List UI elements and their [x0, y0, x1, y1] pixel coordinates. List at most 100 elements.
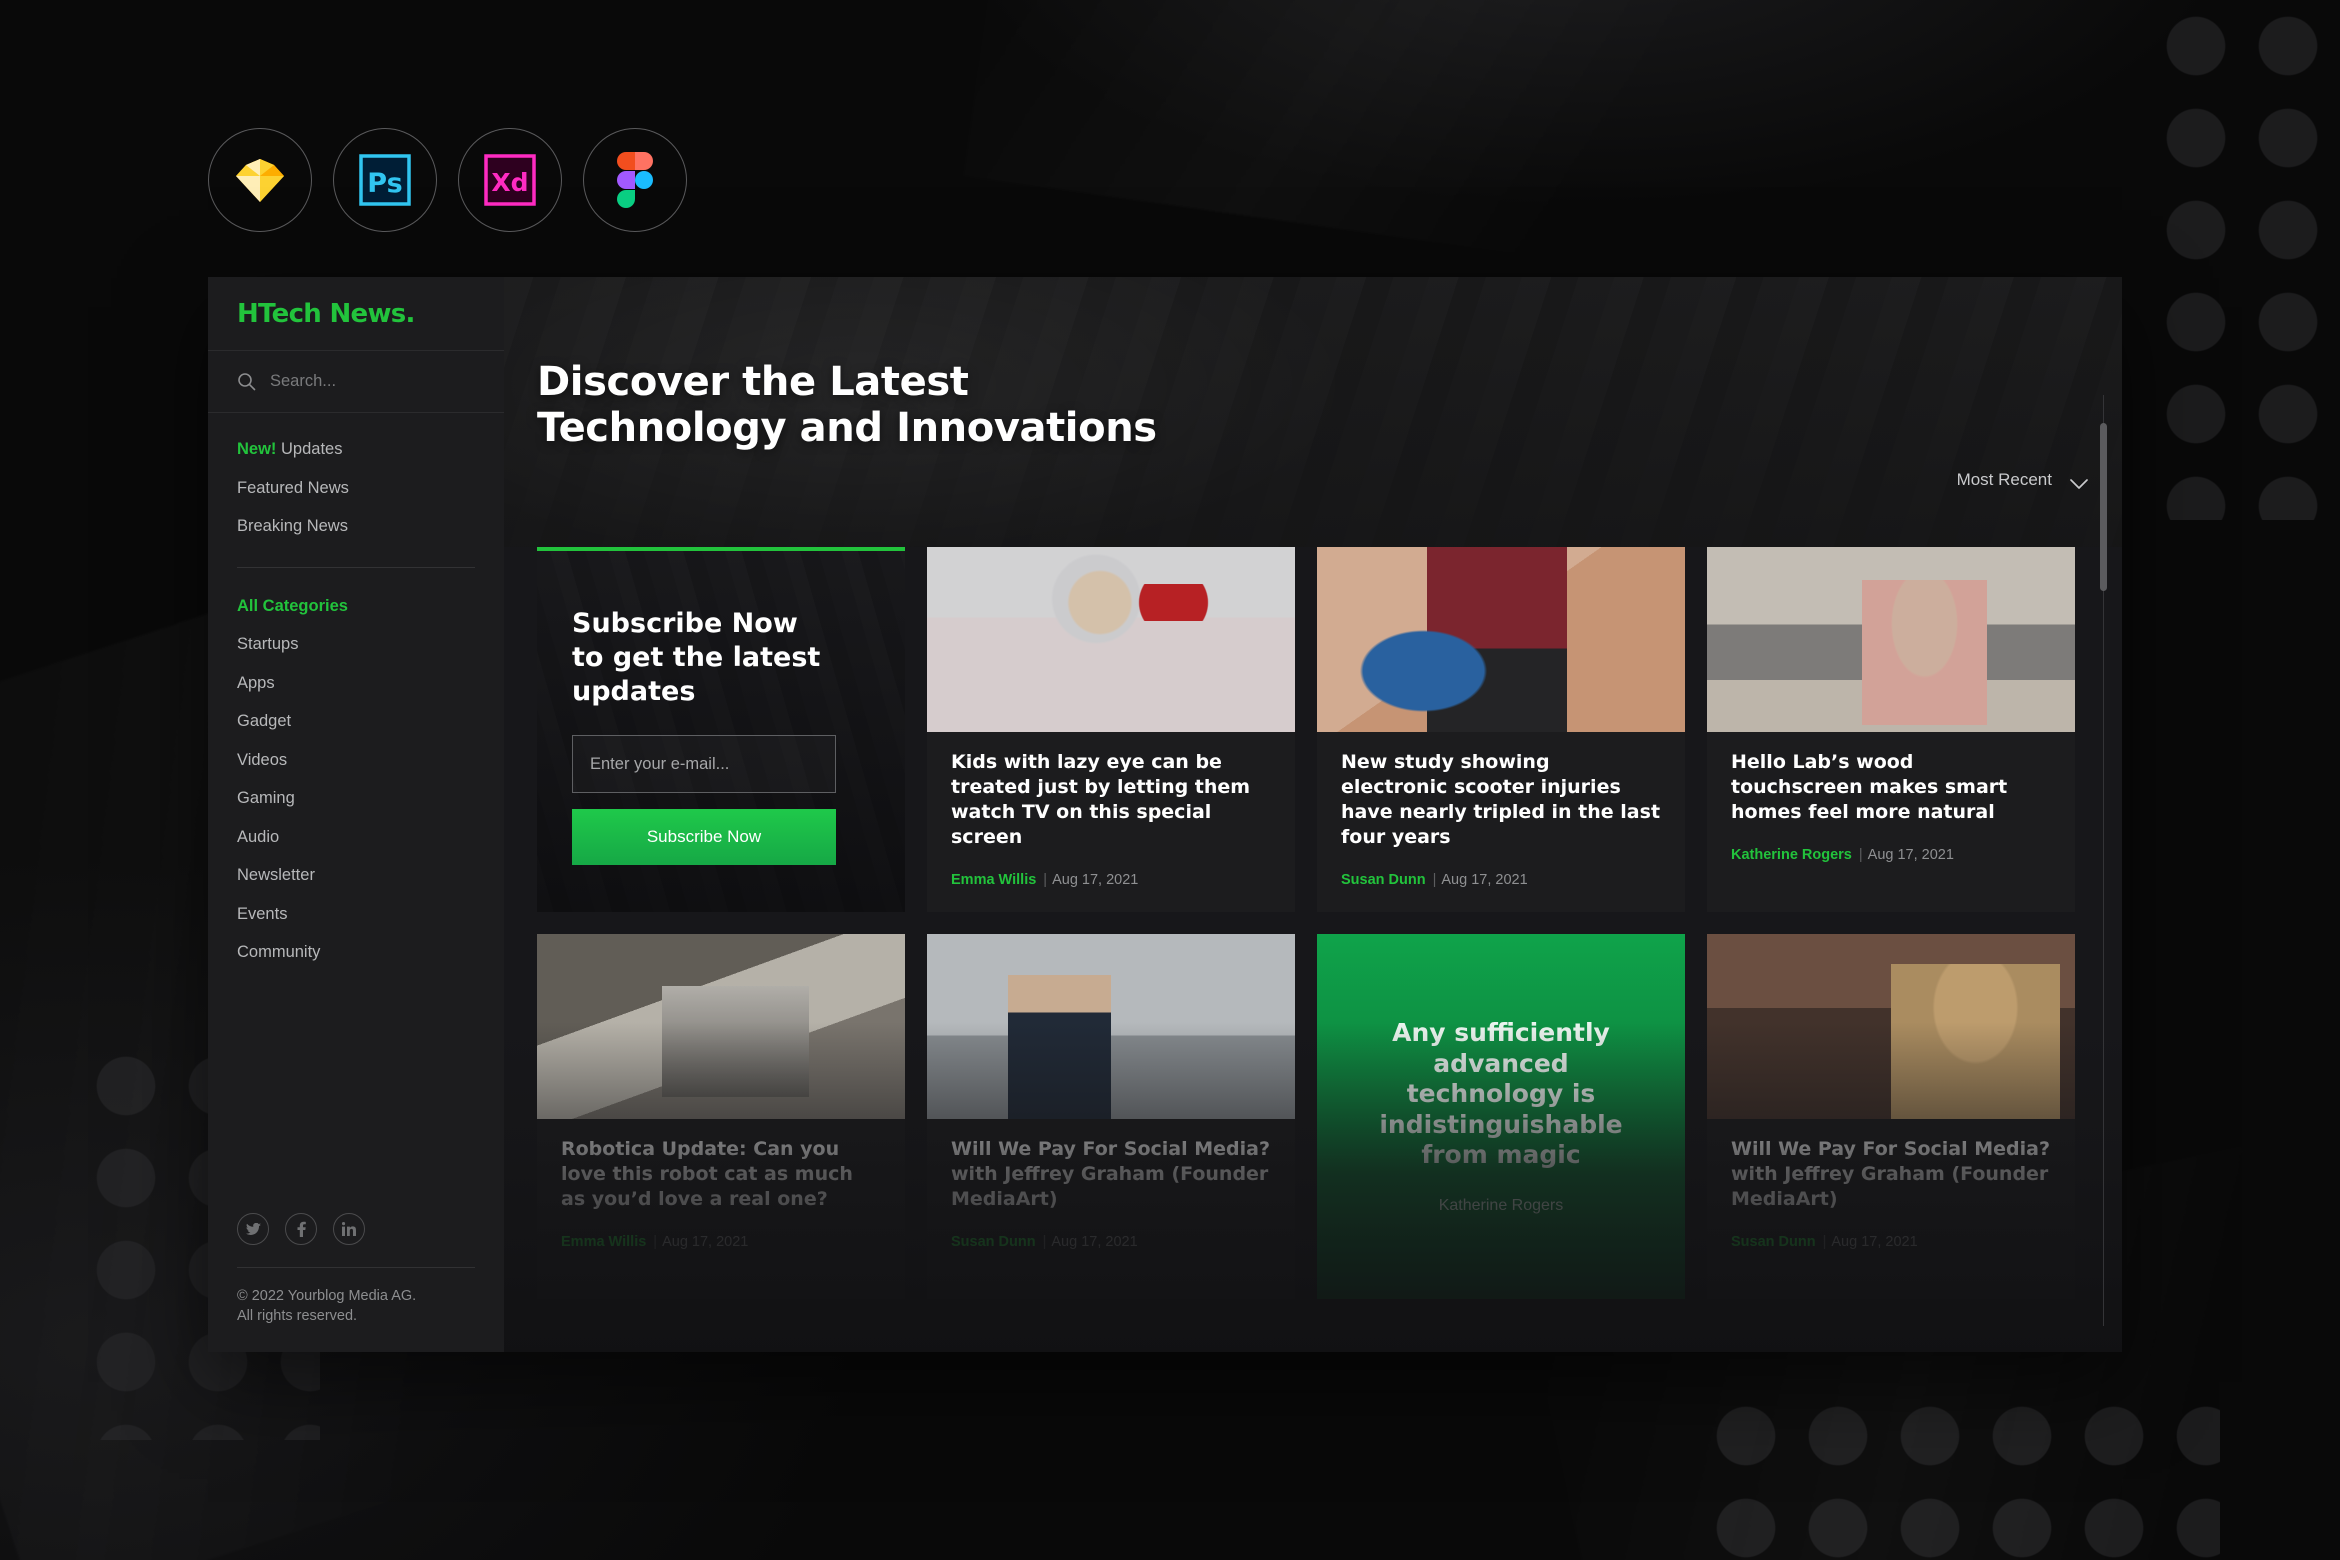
article-date: | Aug 17, 2021 — [1042, 1234, 1138, 1251]
search-input[interactable] — [270, 372, 460, 391]
article-thumbnail — [1707, 547, 2075, 732]
sidebar-item-gaming[interactable]: Gaming — [237, 790, 504, 829]
article-title: Kids with lazy eye can be treated just b… — [951, 751, 1251, 849]
photoshop-icon: Ps — [359, 154, 411, 206]
article-date: | Aug 17, 2021 — [1822, 1234, 1918, 1251]
sidebar-item-apps[interactable]: Apps — [237, 674, 504, 714]
article-card[interactable]: Will We Pay For Social Media? with Jeffr… — [1707, 934, 2075, 1299]
sidebar-item-all-categories[interactable]: All Categories — [237, 597, 504, 637]
design-tool-badges: Ps Xd — [208, 128, 687, 232]
article-author[interactable]: Katherine Rogers — [1731, 847, 1852, 863]
scrollbar-thumb[interactable] — [2100, 423, 2107, 591]
nav-item-featured-news[interactable]: Featured News — [237, 478, 504, 519]
article-card[interactable]: Will We Pay For Social Media? with Jeffr… — [927, 934, 1295, 1299]
figma-icon — [616, 152, 654, 208]
sort-dropdown[interactable]: Most Recent — [1957, 470, 2088, 490]
app-window: HTech News. New! Updates Featured News B… — [208, 277, 2122, 1352]
sidebar-item-newsletter[interactable]: Newsletter — [237, 867, 504, 906]
primary-nav: New! Updates Featured News Breaking News — [208, 413, 504, 557]
quote-card: Any sufficiently advanced technology is … — [1317, 934, 1685, 1299]
sidebar-footer: © 2022 Yourblog Media AG. All rights res… — [208, 1213, 504, 1352]
article-thumbnail — [1317, 547, 1685, 732]
article-author[interactable]: Emma Willis — [561, 1234, 646, 1250]
article-author[interactable]: Susan Dunn — [1341, 872, 1426, 888]
article-title: Robotica Update: Can you love this robot… — [561, 1138, 853, 1211]
social-links — [237, 1213, 475, 1245]
sidebar-item-events[interactable]: Events — [237, 905, 504, 945]
sidebar-item-community[interactable]: Community — [237, 944, 504, 983]
nav-item-updates[interactable]: New! Updates — [237, 441, 504, 480]
sidebar: HTech News. New! Updates Featured News B… — [208, 277, 504, 1352]
article-author[interactable]: Susan Dunn — [1731, 1234, 1816, 1250]
adobe-xd-badge[interactable]: Xd — [458, 128, 562, 232]
article-thumbnail — [927, 547, 1295, 732]
article-meta: Susan Dunn | Aug 17, 2021 — [1731, 1234, 2051, 1272]
quote-text: Any sufficiently advanced technology is … — [1379, 1018, 1623, 1170]
decorative-dot-grid-bottom-right — [1700, 1390, 2220, 1560]
copyright-line-1: © 2022 Yourblog Media AG. — [237, 1288, 417, 1304]
main-content: Discover the Latest Technology and Innov… — [504, 277, 2122, 1352]
nav-item-label: Breaking News — [237, 517, 348, 535]
facebook-link[interactable] — [285, 1213, 317, 1245]
nav-item-label: Updates — [276, 440, 343, 458]
search-icon — [237, 372, 256, 391]
copyright-line-2: All rights reserved. — [237, 1308, 358, 1324]
article-thumbnail — [927, 934, 1295, 1119]
article-thumbnail — [537, 934, 905, 1119]
page-root: Ps Xd HTech News. Search... New! Updates… — [0, 0, 2340, 1560]
article-meta: Susan Dunn | Aug 17, 2021 — [951, 1234, 1271, 1272]
article-title: Hello Lab’s wood touchscreen makes smart… — [1731, 751, 2008, 824]
article-card[interactable]: Kids with lazy eye can be treated just b… — [927, 547, 1295, 912]
sketch-icon — [234, 157, 286, 204]
linkedin-link[interactable] — [333, 1213, 365, 1245]
figma-badge[interactable] — [583, 128, 687, 232]
email-field[interactable] — [572, 735, 836, 794]
search-bar[interactable] — [208, 351, 504, 413]
sidebar-item-videos[interactable]: Videos — [237, 751, 504, 791]
photoshop-badge[interactable]: Ps — [333, 128, 437, 232]
article-title: Will We Pay For Social Media? with Jeffr… — [1731, 1138, 2051, 1211]
article-date: | Aug 17, 2021 — [653, 1234, 749, 1251]
article-meta: Katherine Rogers | Aug 17, 2021 — [1731, 847, 2051, 885]
article-meta: Emma Willis | Aug 17, 2021 — [951, 872, 1271, 910]
subscribe-button[interactable]: Subscribe Now — [572, 809, 836, 866]
category-nav: All Categories Startups Apps Gadget Vide… — [208, 568, 504, 983]
sidebar-item-startups[interactable]: Startups — [237, 636, 504, 675]
facebook-icon — [297, 1221, 306, 1237]
nav-new-badge: New! — [237, 440, 277, 458]
article-title: Will We Pay For Social Media? with Jeffr… — [951, 1138, 1271, 1211]
article-date: | Aug 17, 2021 — [1858, 847, 1954, 864]
svg-text:Ps: Ps — [367, 168, 402, 199]
footer-divider — [237, 1267, 475, 1268]
decorative-dot-grid-top-right — [2150, 0, 2340, 520]
svg-text:Xd: Xd — [491, 168, 528, 197]
brand-header: HTech News. — [208, 277, 504, 351]
content-grid: Subscribe Now to get the latest updates … — [537, 547, 2082, 1299]
nav-item-label: Featured News — [237, 478, 349, 497]
sidebar-item-audio[interactable]: Audio — [237, 828, 504, 868]
article-date: | Aug 17, 2021 — [1432, 872, 1528, 889]
article-author[interactable]: Susan Dunn — [951, 1234, 1036, 1250]
chevron-down-icon — [2070, 475, 2088, 489]
linkedin-icon — [342, 1222, 356, 1236]
sketch-badge[interactable] — [208, 128, 312, 232]
article-card[interactable]: New study showing electronic scooter inj… — [1317, 547, 1685, 912]
article-title: New study showing electronic scooter inj… — [1341, 751, 1661, 849]
article-meta: Susan Dunn | Aug 17, 2021 — [1341, 872, 1661, 910]
page-title: Discover the Latest Technology and Innov… — [537, 359, 1157, 451]
article-date: | Aug 17, 2021 — [1043, 872, 1139, 889]
article-author[interactable]: Emma Willis — [951, 872, 1036, 888]
article-card[interactable]: Robotica Update: Can you love this robot… — [537, 934, 905, 1299]
copyright-text: © 2022 Yourblog Media AG. All rights res… — [237, 1286, 475, 1326]
decorative-swoosh — [963, 0, 1897, 302]
subscribe-title: Subscribe Now to get the latest updates — [572, 608, 821, 708]
twitter-link[interactable] — [237, 1213, 269, 1245]
article-card[interactable]: Hello Lab’s wood touchscreen makes smart… — [1707, 547, 2075, 912]
subscribe-card: Subscribe Now to get the latest updates … — [537, 547, 905, 912]
article-meta: Emma Willis | Aug 17, 2021 — [561, 1234, 881, 1272]
app-logo[interactable]: HTech News. — [237, 299, 415, 329]
nav-item-breaking-news[interactable]: Breaking News — [237, 518, 504, 557]
sidebar-item-gadget[interactable]: Gadget — [237, 713, 504, 752]
scrollbar-track[interactable] — [2100, 395, 2107, 1326]
sort-dropdown-label: Most Recent — [1956, 470, 2052, 489]
